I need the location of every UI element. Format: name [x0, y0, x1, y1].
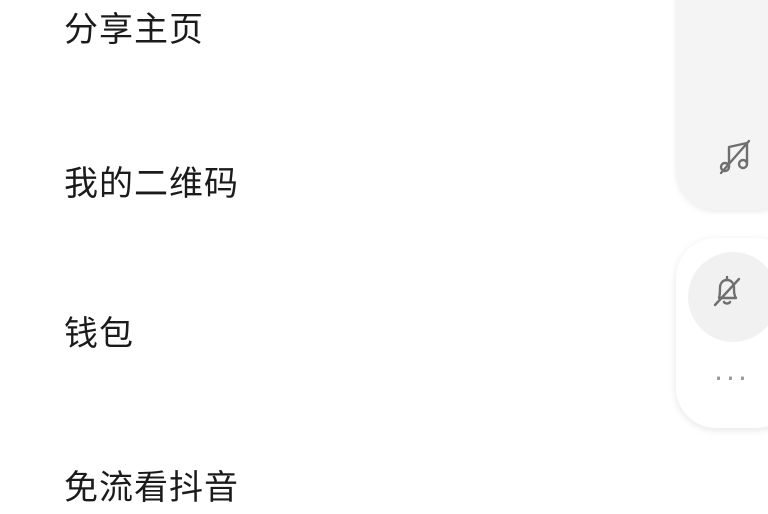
bell-off-icon	[713, 275, 741, 307]
menu-item-my-qr-code[interactable]: 我的二维码	[64, 150, 239, 210]
menu-item-label: 钱包	[64, 313, 134, 354]
music-off-icon	[719, 139, 751, 175]
more-dots-icon: ···	[714, 362, 750, 395]
settings-menu: 分享主页 我的二维码 钱包 免流看抖音	[0, 0, 660, 510]
menu-item-wallet[interactable]: 钱包	[64, 300, 134, 360]
menu-item-label: 分享主页	[64, 9, 204, 50]
music-toggle-button[interactable]	[710, 132, 760, 182]
menu-item-label: 我的二维码	[64, 163, 239, 204]
menu-item-free-data[interactable]: 免流看抖音	[64, 454, 239, 514]
more-options-button[interactable]: ···	[702, 354, 762, 404]
menu-item-label: 免流看抖音	[64, 467, 239, 508]
notification-toggle-button[interactable]	[702, 266, 752, 316]
side-rail-bottom: ···	[676, 238, 768, 428]
menu-item-share-profile[interactable]: 分享主页	[64, 0, 204, 56]
side-rail-top	[676, 0, 768, 210]
